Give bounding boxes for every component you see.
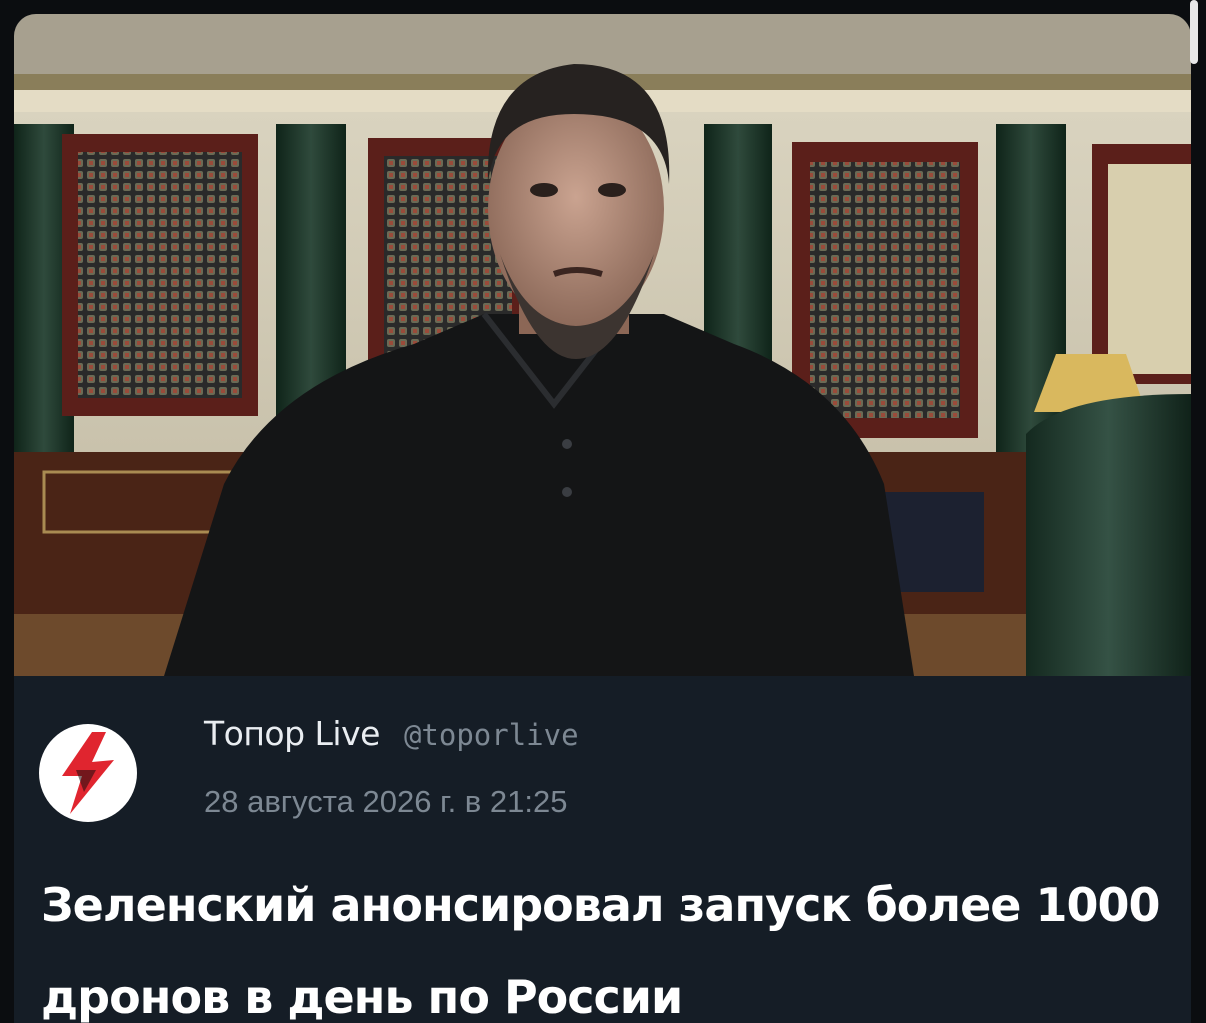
post-headline: Зеленский анонсировал запуск более 1000 …	[41, 878, 1161, 1023]
post-card[interactable]: Топор Live @toporlive 28 августа 2026 г.…	[14, 14, 1191, 1023]
post-date: 28 августа 2026 г. в 21:25	[204, 784, 568, 819]
scrollbar-thumb[interactable]	[1190, 0, 1198, 64]
author-handle[interactable]: @toporlive	[404, 718, 579, 752]
author-name[interactable]: Топор Live	[204, 714, 380, 753]
lightning-bolt-logo-icon	[62, 732, 114, 814]
post-image-scene	[14, 14, 1191, 676]
post-image[interactable]	[14, 14, 1191, 676]
author-line: Топор Live @toporlive	[204, 714, 579, 753]
author-avatar[interactable]	[39, 724, 137, 822]
